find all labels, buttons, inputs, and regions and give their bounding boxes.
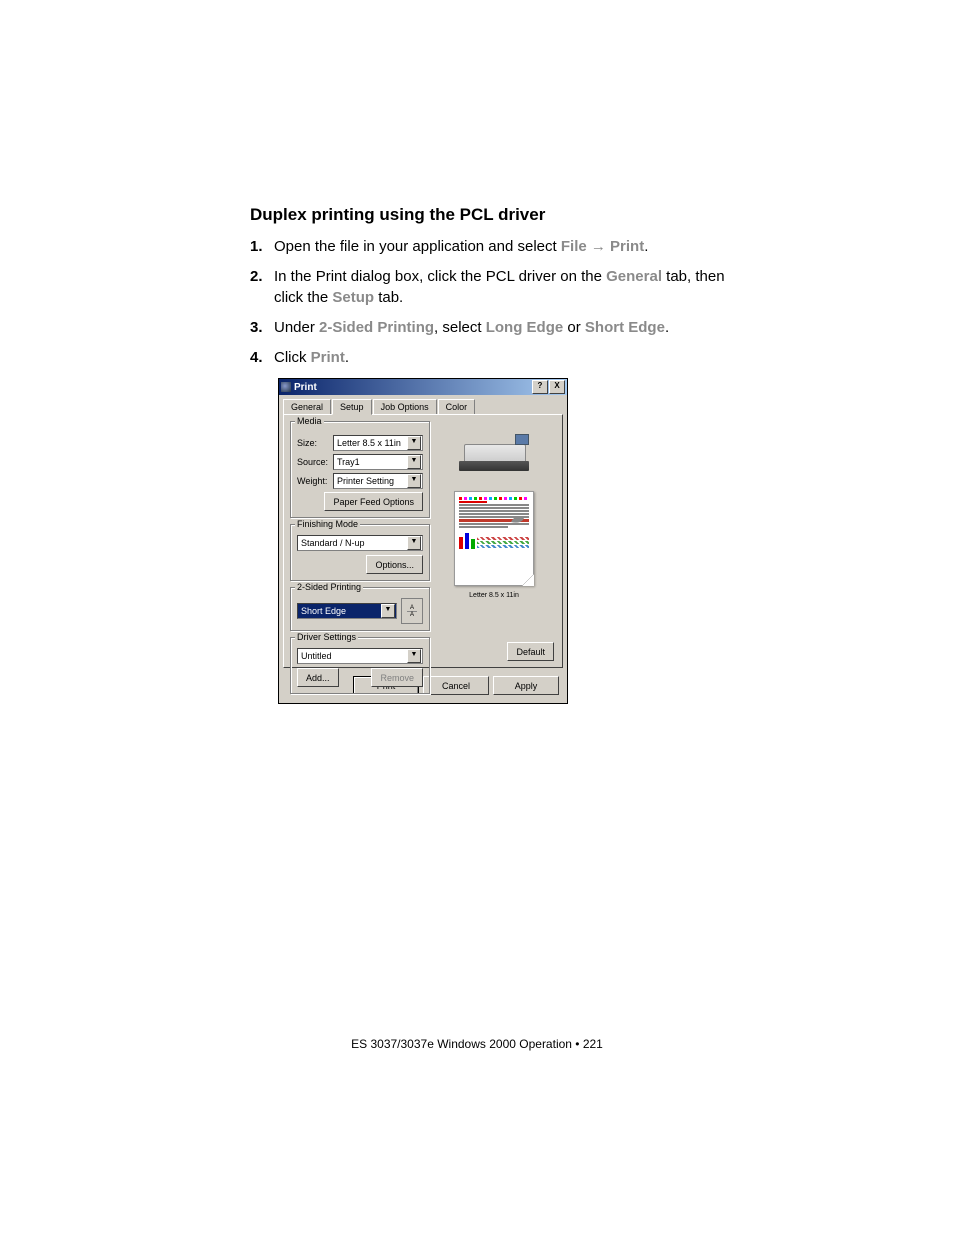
tab-setup[interactable]: Setup bbox=[332, 399, 372, 415]
duplex-group: 2-Sided Printing Short Edge▼ AA bbox=[290, 587, 430, 631]
tab-setup-ref: Setup bbox=[332, 289, 374, 306]
duplex-preview-icon: AA bbox=[401, 598, 423, 624]
weight-dropdown[interactable]: Printer Setting▼ bbox=[333, 473, 423, 489]
titlebar: Print ? X bbox=[279, 379, 567, 395]
tab-general-ref: General bbox=[606, 268, 662, 285]
step-text: In the Print dialog box, click the PCL d… bbox=[274, 268, 606, 285]
finishing-legend: Finishing Mode bbox=[295, 519, 360, 529]
remove-button: Remove bbox=[371, 668, 423, 687]
option-longedge-ref: Long Edge bbox=[486, 319, 564, 336]
cancel-button[interactable]: Cancel bbox=[423, 676, 489, 695]
step-text: or bbox=[563, 319, 585, 336]
step-2: 2. In the Print dialog box, click the PC… bbox=[250, 267, 754, 308]
paper-feed-options-button[interactable]: Paper Feed Options bbox=[324, 492, 423, 511]
arrow-icon: → bbox=[587, 238, 610, 255]
driver-settings-group: Driver Settings Untitled▼ Add... Remove bbox=[290, 637, 430, 694]
page-curl-icon bbox=[522, 574, 534, 586]
apply-button[interactable]: Apply bbox=[493, 676, 559, 695]
section-heading: Duplex printing using the PCL driver bbox=[250, 205, 754, 225]
step-text: Click bbox=[274, 349, 311, 366]
add-button[interactable]: Add... bbox=[297, 668, 339, 687]
default-button[interactable]: Default bbox=[507, 642, 554, 661]
duplex-legend: 2-Sided Printing bbox=[295, 582, 363, 592]
close-button[interactable]: X bbox=[549, 380, 565, 394]
chevron-down-icon: ▼ bbox=[407, 455, 421, 469]
menu-print: Print bbox=[610, 238, 644, 255]
chevron-down-icon: ▼ bbox=[407, 536, 421, 550]
tab-panel-setup: Media Size: Letter 8.5 x 11in▼ Source: T… bbox=[283, 414, 563, 668]
dialog-title: Print bbox=[294, 382, 317, 393]
weight-label: Weight: bbox=[297, 476, 329, 486]
option-2sided-ref: 2-Sided Printing bbox=[319, 319, 434, 336]
step-1: 1. Open the file in your application and… bbox=[250, 237, 754, 257]
menu-file: File bbox=[561, 238, 587, 255]
driver-settings-dropdown[interactable]: Untitled▼ bbox=[297, 648, 423, 664]
page-footer: ES 3037/3037e Windows 2000 Operation • 2… bbox=[0, 1037, 954, 1051]
preview-caption: Letter 8.5 x 11in bbox=[444, 592, 544, 599]
step-num: 2. bbox=[250, 267, 274, 308]
step-text: . bbox=[665, 319, 669, 336]
media-legend: Media bbox=[295, 416, 324, 426]
bird-icon bbox=[509, 512, 527, 526]
chevron-down-icon: ▼ bbox=[407, 474, 421, 488]
help-button[interactable]: ? bbox=[532, 380, 548, 394]
btn-print-ref: Print bbox=[311, 349, 345, 366]
step-num: 4. bbox=[250, 348, 274, 368]
media-group: Media Size: Letter 8.5 x 11in▼ Source: T… bbox=[290, 421, 430, 518]
step-text: , select bbox=[434, 319, 486, 336]
app-icon bbox=[281, 382, 291, 392]
chevron-down-icon: ▼ bbox=[407, 649, 421, 663]
tab-joboptions[interactable]: Job Options bbox=[373, 399, 437, 414]
step-text: tab. bbox=[374, 289, 403, 306]
step-text: Under bbox=[274, 319, 319, 336]
finishing-options-button[interactable]: Options... bbox=[366, 555, 423, 574]
finishing-group: Finishing Mode Standard / N-up▼ Options.… bbox=[290, 524, 430, 581]
step-text: . bbox=[345, 349, 349, 366]
source-dropdown[interactable]: Tray1▼ bbox=[333, 454, 423, 470]
duplex-dropdown[interactable]: Short Edge▼ bbox=[297, 603, 397, 619]
tab-strip: General Setup Job Options Color bbox=[279, 395, 567, 414]
source-label: Source: bbox=[297, 457, 329, 467]
finishing-dropdown[interactable]: Standard / N-up▼ bbox=[297, 535, 423, 551]
step-num: 3. bbox=[250, 318, 274, 338]
step-text: Open the file in your application and se… bbox=[274, 238, 561, 255]
tab-general[interactable]: General bbox=[283, 399, 331, 414]
step-3: 3. Under 2-Sided Printing, select Long E… bbox=[250, 318, 754, 338]
option-shortedge-ref: Short Edge bbox=[585, 319, 665, 336]
print-dialog: Print ? X General Setup Job Options Colo… bbox=[278, 378, 568, 704]
driver-legend: Driver Settings bbox=[295, 632, 358, 642]
chevron-down-icon: ▼ bbox=[381, 604, 395, 618]
printer-illustration bbox=[454, 429, 534, 479]
step-4: 4. Click Print. bbox=[250, 348, 754, 368]
page-preview bbox=[454, 491, 534, 586]
chevron-down-icon: ▼ bbox=[407, 436, 421, 450]
step-text: . bbox=[644, 238, 648, 255]
tab-color[interactable]: Color bbox=[438, 399, 476, 414]
size-dropdown[interactable]: Letter 8.5 x 11in▼ bbox=[333, 435, 423, 451]
step-num: 1. bbox=[250, 237, 274, 257]
size-label: Size: bbox=[297, 438, 329, 448]
